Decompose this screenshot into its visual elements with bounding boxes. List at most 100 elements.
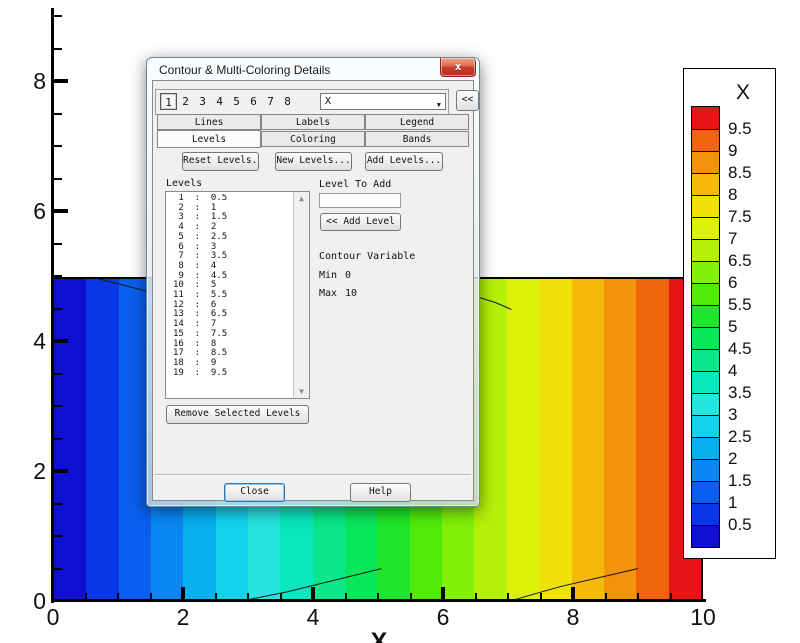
legend-label: 3.5 bbox=[728, 383, 752, 402]
y-minor-tick bbox=[54, 502, 62, 505]
max-value: 10 bbox=[345, 288, 358, 299]
legend-label: 3 bbox=[728, 405, 738, 424]
legend-color-cell bbox=[692, 327, 719, 349]
dialog-titlebar[interactable]: Contour & Multi-Coloring Details x bbox=[147, 58, 479, 80]
add-levels-button[interactable]: Add Levels... bbox=[365, 152, 443, 171]
reset-levels-button[interactable]: Reset Levels... bbox=[182, 152, 259, 171]
y-tick-label: 8 bbox=[33, 68, 46, 94]
level-to-add-input[interactable] bbox=[319, 193, 401, 208]
legend-label: 8.5 bbox=[728, 163, 752, 182]
y-major-tick bbox=[54, 209, 68, 213]
y-minor-tick bbox=[54, 112, 62, 115]
tab-levels[interactable]: Levels bbox=[157, 130, 261, 148]
dialog-client-area: 12345678 X ▼ << Lines Labels Legend Leve… bbox=[152, 80, 479, 502]
zone-button-1[interactable]: 1 bbox=[160, 93, 177, 110]
y-minor-tick bbox=[54, 567, 62, 570]
levels-listbox[interactable]: 1 : 0.5 2 : 1 3 : 1.5 4 : 2 5 : 2.5 6 : … bbox=[165, 191, 310, 399]
legend-color-cell bbox=[692, 437, 719, 459]
new-levels-button[interactable]: New Levels... bbox=[275, 152, 352, 171]
close-window-button[interactable]: x bbox=[440, 58, 476, 77]
zone-button-4[interactable]: 4 bbox=[211, 93, 228, 110]
contour-band bbox=[86, 279, 119, 601]
contour-legend: X 9.5 9 8.5 8 7.5 7 6.5 6 5.5 5 4.5 4 3.5 3 2.5 2 1.5 1 0.… bbox=[683, 68, 776, 559]
y-minor-tick bbox=[54, 405, 62, 407]
app-canvas: 0 2 4 6 8 10 0 2 4 6 8 X X 9.5 9 8.5 8 7.5 7 6.5 6 5.5 5 4.5… bbox=[0, 0, 800, 643]
level-to-add-label: Level To Add bbox=[319, 179, 392, 190]
zone-button-5[interactable]: 5 bbox=[228, 93, 245, 110]
x-minor-tick bbox=[409, 593, 412, 601]
legend-color-cell bbox=[692, 481, 719, 503]
legend-color-cell bbox=[692, 503, 719, 525]
y-tick-label: 6 bbox=[33, 198, 46, 224]
x-major-tick bbox=[571, 587, 575, 601]
levels-list-items: 1 : 0.5 2 : 1 3 : 1.5 4 : 2 5 : 2.5 6 : … bbox=[166, 194, 293, 398]
legend-color-cell bbox=[692, 415, 719, 437]
remove-selected-levels-button[interactable]: Remove Selected Levels bbox=[166, 405, 309, 424]
add-level-button[interactable]: << Add Level bbox=[320, 213, 401, 231]
scroll-up-icon[interactable]: ▲ bbox=[294, 194, 309, 203]
legend-label: 6 bbox=[728, 273, 738, 292]
tab-lines[interactable]: Lines bbox=[157, 114, 261, 130]
contour-band bbox=[636, 279, 669, 601]
x-tick-label: 10 bbox=[690, 604, 716, 630]
y-minor-tick bbox=[54, 145, 62, 147]
legend-color-cell bbox=[692, 459, 719, 481]
legend-color-bar bbox=[691, 106, 720, 548]
x-tick-label: 2 bbox=[176, 604, 190, 630]
legend-label: 5.5 bbox=[728, 295, 752, 314]
zone-button-6[interactable]: 6 bbox=[245, 93, 262, 110]
legend-color-cell bbox=[692, 173, 719, 195]
y-minor-tick bbox=[54, 307, 62, 310]
zone-button-2[interactable]: 2 bbox=[177, 93, 194, 110]
x-major-tick bbox=[311, 587, 315, 601]
tab-bands[interactable]: Bands bbox=[365, 131, 469, 147]
x-minor-tick bbox=[247, 593, 249, 601]
legend-label: 8 bbox=[728, 185, 738, 204]
x-axis-title: X bbox=[370, 628, 388, 643]
collapse-dialog-button[interactable]: << bbox=[456, 90, 479, 111]
scroll-down-icon[interactable]: ▼ bbox=[294, 387, 309, 396]
contour-variable-combobox[interactable]: X ▼ bbox=[320, 93, 446, 110]
x-minor-tick bbox=[279, 593, 282, 601]
chevron-down-icon: ▼ bbox=[436, 101, 441, 109]
zone-button-3[interactable]: 3 bbox=[194, 93, 211, 110]
y-major-tick bbox=[54, 339, 68, 343]
x-minor-tick bbox=[539, 593, 542, 601]
y-tick-label: 2 bbox=[33, 458, 46, 484]
help-button[interactable]: Help bbox=[350, 483, 411, 502]
levels-list-scrollbar[interactable]: ▲ ▼ bbox=[293, 192, 309, 398]
y-major-tick bbox=[54, 469, 68, 473]
legend-color-cell bbox=[692, 151, 719, 173]
x-minor-tick bbox=[669, 593, 672, 601]
y-minor-tick bbox=[54, 437, 62, 440]
min-label: Min bbox=[319, 270, 338, 281]
y-minor-tick bbox=[54, 177, 62, 180]
close-button[interactable]: Close bbox=[224, 483, 285, 502]
legend-color-cell bbox=[692, 239, 719, 261]
levels-list-item[interactable]: 19 : 9.5 bbox=[166, 368, 293, 379]
legend-color-cell bbox=[692, 349, 719, 371]
x-major-tick bbox=[441, 587, 445, 601]
contour-variable-label: Contour Variable bbox=[319, 251, 416, 262]
y-minor-tick bbox=[54, 372, 62, 375]
tab-coloring[interactable]: Coloring bbox=[261, 131, 365, 147]
x-minor-tick bbox=[214, 593, 217, 601]
dialog-title: Contour & Multi-Coloring Details bbox=[159, 63, 331, 77]
legend-color-cell bbox=[692, 283, 719, 305]
legend-color-cell bbox=[692, 129, 719, 151]
combobox-value: X bbox=[325, 96, 332, 107]
legend-label: 1 bbox=[728, 493, 738, 512]
contour-details-dialog: Contour & Multi-Coloring Details x 12345… bbox=[146, 57, 480, 507]
zone-button-8[interactable]: 8 bbox=[279, 93, 296, 110]
tab-labels[interactable]: Labels bbox=[261, 114, 365, 130]
tab-legend[interactable]: Legend bbox=[365, 114, 469, 130]
zone-button-7[interactable]: 7 bbox=[262, 93, 279, 110]
legend-color-cell bbox=[692, 525, 719, 547]
legend-label: 2 bbox=[728, 449, 738, 468]
x-major-tick bbox=[181, 587, 185, 601]
y-minor-tick bbox=[54, 275, 62, 277]
x-minor-tick bbox=[117, 593, 119, 601]
y-tick-label: 0 bbox=[33, 588, 46, 614]
y-major-tick bbox=[54, 79, 68, 83]
min-value: 0 bbox=[345, 270, 352, 281]
